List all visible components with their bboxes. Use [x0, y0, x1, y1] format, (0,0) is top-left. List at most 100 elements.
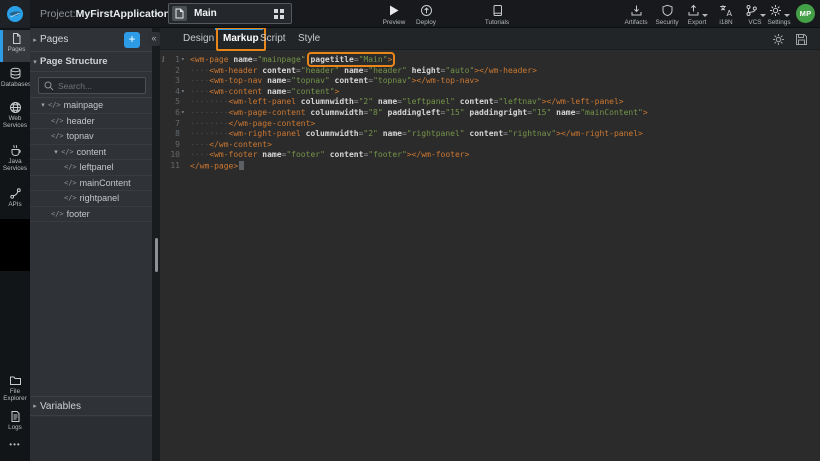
code-line-8[interactable]: 8········<wm-right-panel columnwidth="2"… [160, 129, 820, 140]
collapse-panel-button[interactable]: « [148, 32, 160, 46]
pages-header-label: Pages [40, 34, 68, 45]
code-line-6[interactable]: 6▾········<wm-page-content columnwidth="… [160, 108, 820, 119]
logs-icon [0, 409, 30, 424]
tree-item-label: footer [67, 209, 90, 219]
variables-header[interactable]: ▸ Variables [30, 396, 152, 416]
search-row: Search... [30, 72, 152, 98]
editor-tab-bar: DesignMarkupScript Style [160, 28, 820, 50]
page-structure-tree: ▾</>mainpage</>header</>topnav▾</>conten… [30, 98, 152, 222]
line-number: 2 [160, 66, 180, 77]
search-input[interactable]: Search... [38, 77, 146, 94]
editor-area: DesignMarkupScript Style i1▾<wm-page name… [160, 28, 820, 461]
wavemaker-logo[interactable] [0, 0, 30, 28]
chevron-down-icon: ▾ [38, 101, 48, 109]
user-avatar[interactable]: MP [796, 4, 815, 23]
tree-item-label: header [67, 116, 95, 126]
code-line-4[interactable]: 4▾····<wm-content name="content"> [160, 87, 820, 98]
i18n-icon: A [711, 3, 741, 17]
tab-style[interactable]: Style [298, 28, 320, 50]
code-line-11[interactable]: 11</wm-page> [160, 161, 820, 172]
line-number: 1 [160, 55, 180, 66]
activitybar-item-pages[interactable]: Pages [0, 30, 30, 62]
fold-icon[interactable]: ▾ [181, 87, 185, 98]
tutorials-icon [477, 3, 517, 17]
export-button[interactable]: Export [682, 3, 712, 26]
settings-button[interactable]: Settings [764, 3, 794, 26]
text-cursor [239, 161, 244, 170]
file-explorer-icon [0, 373, 30, 388]
pages-panel-header[interactable]: ▸ Pages + [30, 28, 152, 52]
page-structure-header[interactable]: ▾ Page Structure [30, 52, 152, 72]
annotation-highlight: pagetitle="Main"> [310, 55, 392, 64]
tree-item-label: content [77, 147, 107, 157]
i18n-button[interactable]: Ai18N [711, 3, 741, 26]
tree-item-mainpage[interactable]: ▾</>mainpage [30, 98, 152, 114]
code-line-9[interactable]: 9····</wm-content> [160, 140, 820, 151]
widget-code-icon: </> [51, 210, 64, 218]
page-tab-title: Main [194, 8, 274, 19]
code-line-2[interactable]: 2····<wm-header content="header" name="h… [160, 66, 820, 77]
chevron-down-icon [702, 14, 708, 17]
activitybar-item-more[interactable]: ••• [0, 440, 30, 454]
pages-panel: ▸ Pages + ▾ Page Structure Search... ▾</… [30, 28, 152, 461]
fold-icon[interactable]: ▾ [181, 55, 185, 66]
open-page-tab[interactable]: Main [168, 3, 292, 24]
activitybar-item-file-explorer[interactable]: File Explorer [0, 372, 30, 408]
line-number: 9 [160, 140, 180, 151]
security-icon [652, 3, 682, 17]
code-line-7[interactable]: 7········</wm-page-content> [160, 119, 820, 130]
tree-item-topnav[interactable]: </>topnav [30, 129, 152, 145]
activitybar-item-java-services[interactable]: Java Services [0, 142, 30, 182]
grid-icon[interactable] [274, 9, 284, 19]
tree-item-label: leftpanel [80, 162, 114, 172]
breadcrumb-chevron-icon: › [154, 5, 158, 20]
top-bar: Project:MyFirstApplication › Main Previe… [0, 0, 820, 28]
java-services-icon [0, 143, 30, 158]
panel-scrollbar[interactable] [155, 238, 158, 272]
markup-code-editor[interactable]: i1▾<wm-page name="mainpage" pagetitle="M… [160, 50, 820, 461]
markup-settings-button[interactable] [771, 32, 786, 47]
widget-code-icon: </> [51, 117, 64, 125]
search-icon [43, 80, 55, 92]
tree-item-footer[interactable]: </>footer [30, 207, 152, 223]
svg-text:A: A [727, 9, 733, 17]
code-line-5[interactable]: 5········<wm-left-panel columnwidth="2" … [160, 97, 820, 108]
tab-script[interactable]: Script [260, 28, 286, 50]
code-line-3[interactable]: 3····<wm-top-nav name="topnav" content="… [160, 76, 820, 87]
code-line-1[interactable]: i1▾<wm-page name="mainpage" pagetitle="M… [160, 55, 820, 66]
gear-icon [772, 33, 785, 46]
tree-item-content[interactable]: ▾</>content [30, 145, 152, 161]
save-button[interactable] [794, 32, 809, 47]
export-icon [682, 3, 712, 17]
line-number: 8 [160, 129, 180, 140]
activitybar-item-logs[interactable]: Logs [0, 408, 30, 436]
line-number: 10 [160, 150, 180, 161]
tab-design[interactable]: Design [183, 28, 214, 50]
tree-item-header[interactable]: </>header [30, 114, 152, 130]
code-line-10[interactable]: 10····<wm-footer name="footer" content="… [160, 150, 820, 161]
widget-code-icon: </> [64, 163, 77, 171]
tab-markup[interactable]: Markup [217, 28, 265, 50]
security-button[interactable]: Security [652, 3, 682, 26]
add-page-button[interactable]: + [124, 32, 140, 48]
chevron-right-icon: ▸ [30, 402, 40, 410]
widget-code-icon: </> [64, 194, 77, 202]
tree-item-rightpanel[interactable]: </>rightpanel [30, 191, 152, 207]
activitybar-item-web-services[interactable]: Web Services [0, 99, 30, 139]
deploy-button[interactable]: Deploy [406, 3, 446, 26]
web-services-icon [0, 100, 30, 115]
project-name: Project:MyFirstApplication [40, 0, 170, 28]
artifacts-icon [621, 3, 651, 17]
activitybar-item-apis[interactable]: APIs [0, 185, 30, 215]
tutorials-button[interactable]: Tutorials [477, 3, 517, 26]
widget-code-icon: </> [48, 101, 61, 109]
chevron-right-icon: ▸ [30, 36, 40, 44]
activitybar-item-databases[interactable]: Databases [0, 65, 30, 95]
line-number: 3 [160, 76, 180, 87]
widget-code-icon: </> [51, 132, 64, 140]
artifacts-button[interactable]: Artifacts [621, 3, 651, 26]
fold-icon[interactable]: ▾ [181, 108, 185, 119]
tree-item-mainContent[interactable]: </>mainContent [30, 176, 152, 192]
tree-item-label: topnav [67, 131, 94, 141]
tree-item-leftpanel[interactable]: </>leftpanel [30, 160, 152, 176]
